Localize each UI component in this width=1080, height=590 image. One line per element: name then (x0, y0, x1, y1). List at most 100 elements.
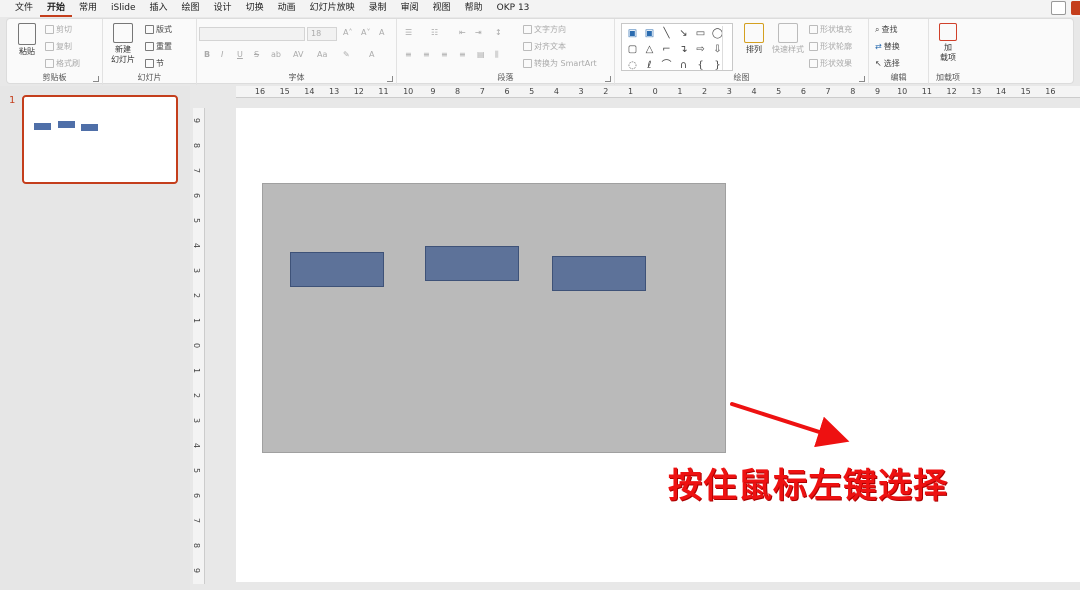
ruler-tick-label: 10 (403, 87, 414, 96)
clipboard-launcher-icon[interactable] (93, 76, 99, 82)
menu-item[interactable]: 绘图 (175, 0, 207, 17)
text-direction-button[interactable]: 文字方向 (523, 24, 566, 35)
line-shape-icon[interactable]: ╲ (659, 26, 674, 42)
underline-button[interactable]: U (237, 50, 243, 59)
comments-button[interactable] (1051, 1, 1066, 15)
editing-group: ⌕ 查找 ⇄ 替换 ↖ 选择 编辑 (869, 19, 929, 85)
vertical-textbox-shape-icon[interactable]: ▣ (642, 26, 657, 42)
justify-icon[interactable]: ≡ (459, 50, 466, 59)
triangle-shape-icon[interactable]: △ (642, 42, 657, 58)
numbering-icon[interactable]: ☷ (431, 28, 438, 37)
highlight-icon[interactable]: ✎ (343, 50, 350, 59)
menu-item[interactable]: OKP 13 (490, 0, 537, 17)
blue-rectangle-3[interactable] (552, 256, 646, 291)
menu-item[interactable]: 视图 (426, 0, 458, 17)
select-button[interactable]: ↖ 选择 (875, 58, 900, 69)
share-button[interactable] (1071, 1, 1080, 15)
shape-fill-button[interactable]: 形状填充 (809, 24, 852, 35)
textbox-shape-icon[interactable]: ▣ (625, 26, 640, 42)
slide-canvas[interactable]: 按住鼠标左键选择 (236, 108, 1080, 582)
layout-button[interactable]: 版式 (145, 24, 172, 35)
bullets-icon[interactable]: ☰ (405, 28, 412, 37)
replace-button[interactable]: ⇄ 替换 (875, 41, 900, 52)
section-button[interactable]: 节 (145, 58, 164, 69)
new-slide-button[interactable]: 新建 幻灯片 (107, 23, 139, 65)
replace-icon: ⇄ (875, 42, 882, 51)
addins-grid-icon (939, 23, 957, 41)
paint-bucket-icon (809, 25, 818, 34)
change-case-icon[interactable]: Aa (317, 50, 327, 59)
ruler-tick-label: 11 (921, 87, 932, 96)
ruler-tick-label: 1 (193, 318, 201, 323)
italic-button[interactable]: I (221, 50, 223, 59)
paste-button[interactable]: 粘贴 (15, 23, 39, 57)
blue-rectangle-2[interactable] (425, 246, 519, 281)
arrow-line-shape-icon[interactable]: ↘ (676, 26, 691, 42)
addins-button[interactable]: 加 载项 (935, 23, 961, 63)
menu-item[interactable]: 录制 (362, 0, 394, 17)
find-button[interactable]: ⌕ 查找 (875, 24, 897, 35)
bold-button[interactable]: B (204, 50, 210, 59)
font-launcher-icon[interactable] (387, 76, 393, 82)
align-left-icon[interactable]: ≡ (405, 50, 412, 59)
increase-indent-icon[interactable]: ⇥ (475, 28, 482, 37)
char-spacing-icon[interactable]: AV (293, 50, 303, 59)
menu-item[interactable]: 动画 (271, 0, 303, 17)
drawing-launcher-icon[interactable] (859, 76, 865, 82)
ruler-tick-label: 4 (553, 87, 559, 96)
menu-item[interactable]: 幻灯片放映 (303, 0, 362, 17)
paragraph-launcher-icon[interactable] (605, 76, 611, 82)
shape-effects-button[interactable]: 形状效果 (809, 58, 852, 69)
slide-thumbnail[interactable] (22, 95, 178, 184)
arrange-icon (744, 23, 764, 43)
menu-item[interactable]: 审阅 (394, 0, 426, 17)
menu-item[interactable]: 设计 (207, 0, 239, 17)
menu-item[interactable]: 帮助 (458, 0, 490, 17)
menu-item[interactable]: 开始 (40, 0, 73, 17)
menu-item[interactable]: 切换 (239, 0, 271, 17)
blue-rectangle-1[interactable] (290, 252, 384, 287)
rounded-rect-shape-icon[interactable]: ▢ (625, 42, 640, 58)
smartart-icon (523, 59, 532, 68)
clear-format-icon[interactable]: A (379, 28, 384, 37)
decrease-indent-icon[interactable]: ⇤ (459, 28, 466, 37)
align-right-icon[interactable]: ≡ (441, 50, 448, 59)
elbow-arrow-shape-icon[interactable]: ↴ (676, 42, 691, 58)
shapes-gallery[interactable]: ▣ ▣ ╲ ↘ ▭ ◯ ▢ △ ⌐ ↴ ⇨ ⇩ ◌ ℓ ⌒ ∩ { } (621, 23, 733, 71)
columns-icon[interactable]: ⫼ (495, 50, 499, 60)
shadow-button[interactable]: ab (271, 50, 281, 59)
new-slide-icon (113, 23, 133, 43)
rectangle-shape-icon[interactable]: ▭ (693, 26, 708, 42)
background-rectangle[interactable] (262, 183, 726, 453)
align-text-button[interactable]: 对齐文本 (523, 41, 566, 52)
distributed-icon[interactable]: ▤ (477, 50, 485, 59)
effects-icon (809, 59, 818, 68)
shapes-gallery-scroll[interactable] (722, 26, 730, 70)
decrease-font-icon[interactable]: A˅ (361, 28, 370, 37)
line-spacing-icon[interactable]: ↕ (495, 28, 502, 37)
ruler-tick-label: 15 (1020, 87, 1031, 96)
menu-item[interactable]: 插入 (143, 0, 175, 17)
font-name-field[interactable] (199, 27, 305, 41)
quick-styles-button[interactable]: 快速样式 (769, 23, 807, 55)
smartart-button[interactable]: 转换为 SmartArt (523, 58, 597, 69)
strikethrough-button[interactable]: S (254, 50, 259, 59)
cut-button[interactable]: 剪切 (45, 24, 72, 35)
font-color-icon[interactable]: A (369, 50, 374, 59)
elbow-connector-shape-icon[interactable]: ⌐ (659, 42, 674, 58)
font-size-field[interactable]: 18 (307, 27, 337, 41)
reset-button[interactable]: 重置 (145, 41, 172, 52)
editing-group-label: 编辑 (890, 73, 907, 82)
copy-button[interactable]: 复制 (45, 41, 72, 52)
pen-icon (809, 42, 818, 51)
format-painter-button[interactable]: 格式刷 (45, 58, 80, 69)
menu-item[interactable]: iSlide (104, 0, 142, 17)
increase-font-icon[interactable]: A˄ (343, 28, 352, 37)
arrange-button[interactable]: 排列 (741, 23, 767, 55)
ruler-tick-label: 6 (193, 493, 201, 498)
shape-outline-button[interactable]: 形状轮廓 (809, 41, 852, 52)
menu-item[interactable]: 文件 (8, 0, 40, 17)
menu-item[interactable]: 常用 (72, 0, 104, 17)
align-center-icon[interactable]: ≡ (423, 50, 430, 59)
right-arrow-shape-icon[interactable]: ⇨ (693, 42, 708, 58)
